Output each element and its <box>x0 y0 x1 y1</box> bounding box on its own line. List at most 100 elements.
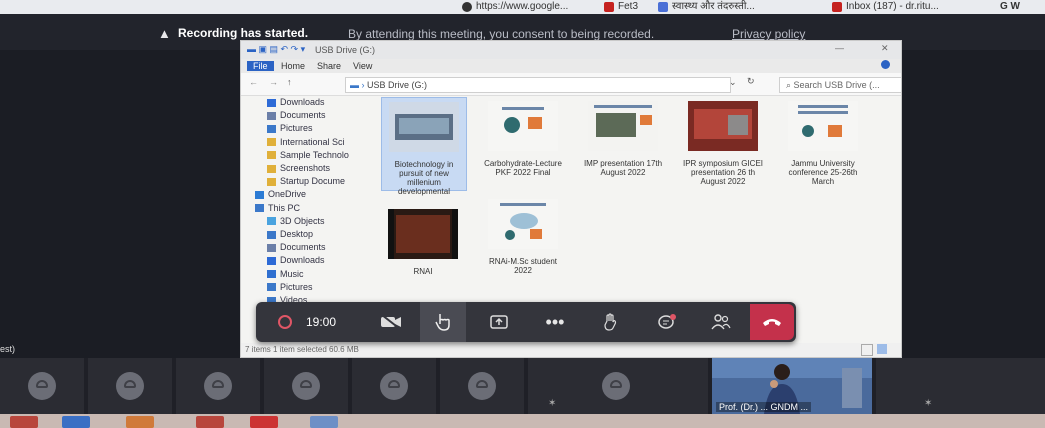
avatar <box>292 372 320 400</box>
nav-item[interactable]: Downloads <box>267 255 325 265</box>
tiles-view-icon[interactable] <box>877 344 887 354</box>
nav-item-label: This PC <box>268 202 301 213</box>
cube-icon <box>267 217 276 226</box>
status-text: 7 items 1 item selected 60.6 MB <box>245 345 359 354</box>
file-item[interactable]: RNAI <box>381 205 465 276</box>
taskbar-app-icon[interactable] <box>250 416 278 428</box>
participant-video-tile[interactable]: Prof. (Dr.) ... GNDM ... <box>712 358 872 414</box>
privacy-policy-link[interactable]: Privacy policy <box>732 27 805 41</box>
nav-item[interactable]: Documents <box>267 110 326 120</box>
participant-tile[interactable]: ✶ <box>876 358 1045 414</box>
video-thumbnail <box>388 209 458 259</box>
browser-tab[interactable]: Inbox (187) - dr.ritu... <box>832 0 939 14</box>
nav-item[interactable]: Screenshots <box>267 163 330 173</box>
word-icon[interactable] <box>62 416 90 428</box>
nav-item[interactable]: 3D Objects <box>267 216 325 226</box>
folder-icon <box>267 164 276 173</box>
nav-item[interactable]: International Sci <box>267 137 345 147</box>
raise-hand-button[interactable] <box>588 302 634 342</box>
refresh-icon[interactable]: ↻ <box>747 76 755 87</box>
nav-item-label: OneDrive <box>268 189 307 200</box>
globe-icon <box>462 2 472 12</box>
control-button[interactable] <box>420 302 466 342</box>
participant-tile[interactable]: ✶ <box>528 358 708 414</box>
presentation-thumbnail <box>788 101 858 151</box>
file-item[interactable]: Biotechnology in pursuit of new milleniu… <box>381 97 467 196</box>
presentation-thumbnail <box>389 102 459 152</box>
file-item[interactable]: IPR symposium GICEI presentation 26 th A… <box>681 97 765 186</box>
browser-tab[interactable]: G W <box>1000 0 1020 14</box>
nav-item[interactable]: Downloads <box>267 97 325 107</box>
file-item[interactable]: IMP presentation 17th August 2022 <box>581 97 665 177</box>
close-icon[interactable]: ✕ <box>881 43 889 54</box>
presentation-thumbnail <box>688 101 758 151</box>
address-bar-row: ← → ↑ ▬ › USB Drive (G:) ⌄ ↻ ⌕ Search US… <box>241 73 901 96</box>
cloud-icon <box>255 191 264 200</box>
banner-title: Recording has started. <box>178 26 309 40</box>
participant-tile[interactable] <box>440 358 524 414</box>
taskbar-app-icon[interactable] <box>10 416 38 428</box>
browser-tab[interactable]: स्वास्थ्य और तंदरुस्ती... <box>658 0 755 14</box>
back-icon[interactable]: ← <box>249 77 258 87</box>
address-bar[interactable]: ▬ › USB Drive (G:) <box>345 77 731 93</box>
status-bar: 7 items 1 item selected 60.6 MB <box>241 343 901 357</box>
help-icon[interactable] <box>881 60 890 69</box>
leave-call-button[interactable] <box>750 304 794 340</box>
nav-item-label: Downloads <box>280 255 325 266</box>
window-title: USB Drive (G:) <box>315 45 376 55</box>
folder-icon <box>267 151 276 160</box>
avatar <box>28 372 56 400</box>
camera-toggle-button[interactable] <box>368 302 414 342</box>
nav-item[interactable]: Startup Docume <box>267 176 345 186</box>
avatar <box>116 372 144 400</box>
taskbar-app-icon[interactable] <box>196 416 224 428</box>
hand-cursor-icon <box>435 314 450 331</box>
search-input[interactable]: ⌕ Search USB Drive (... <box>779 77 901 93</box>
nav-item-label: Documents <box>280 110 326 121</box>
nav-item[interactable]: This PC <box>255 203 300 213</box>
file-name: Carbohydrate-Lecture PKF 2022 Final <box>484 159 562 177</box>
taskbar-app-icon[interactable] <box>126 416 154 428</box>
participants-button[interactable] <box>698 302 744 342</box>
ribbon-tab-file[interactable]: File <box>247 61 274 71</box>
browser-tab[interactable]: https://www.google... <box>462 0 568 14</box>
chat-icon <box>658 314 676 329</box>
details-view-icon[interactable] <box>861 344 873 356</box>
ribbon-tab-home[interactable]: Home <box>281 61 305 71</box>
participant-tile[interactable] <box>0 358 84 414</box>
nav-item[interactable]: Pictures <box>267 282 313 292</box>
ribbon-tab-view[interactable]: View <box>353 61 372 71</box>
browser-tab[interactable]: Fet3 <box>604 0 638 14</box>
file-item[interactable]: RNAi-M.Sc student 2022 <box>481 195 565 275</box>
nav-item[interactable]: Pictures <box>267 123 313 133</box>
nav-item[interactable]: Documents <box>267 242 326 252</box>
nav-item[interactable]: OneDrive <box>255 189 306 199</box>
participant-tile[interactable] <box>176 358 260 414</box>
nav-item[interactable]: Music <box>267 269 304 279</box>
mic-off-icon: ✶ <box>548 398 557 409</box>
folder-icon <box>267 138 276 147</box>
up-icon[interactable]: ↑ <box>287 77 292 87</box>
file-name: IMP presentation 17th August 2022 <box>583 159 663 177</box>
file-item[interactable]: Carbohydrate-Lecture PKF 2022 Final <box>481 97 565 177</box>
nav-item-label: Music <box>280 268 304 279</box>
quick-access-toolbar-icon[interactable]: ▬ ▣ ▤ ↶ ↷ ▾ <box>247 44 305 55</box>
participant-tile[interactable] <box>88 358 172 414</box>
participants-icon <box>711 314 731 330</box>
folder-icon <box>267 177 276 186</box>
nav-item[interactable]: Desktop <box>267 229 313 239</box>
file-item[interactable]: Jammu University conference 25-26th Marc… <box>781 97 865 186</box>
file-name: Biotechnology in pursuit of new milleniu… <box>394 160 454 196</box>
ribbon-tab-share[interactable]: Share <box>317 61 341 71</box>
chat-button[interactable] <box>644 302 690 342</box>
nav-item-label: International Sci <box>280 136 345 147</box>
share-screen-button[interactable] <box>476 302 522 342</box>
more-options-button[interactable]: ••• <box>532 302 578 342</box>
participant-tile[interactable] <box>352 358 436 414</box>
nav-item[interactable]: Sample Technolo <box>267 150 349 160</box>
participant-tile[interactable] <box>264 358 348 414</box>
forward-icon[interactable]: → <box>269 77 278 87</box>
chevron-down-icon[interactable]: ⌄ <box>729 77 737 88</box>
minimize-icon[interactable]: — <box>835 43 844 53</box>
taskbar-app-icon[interactable] <box>310 416 338 428</box>
